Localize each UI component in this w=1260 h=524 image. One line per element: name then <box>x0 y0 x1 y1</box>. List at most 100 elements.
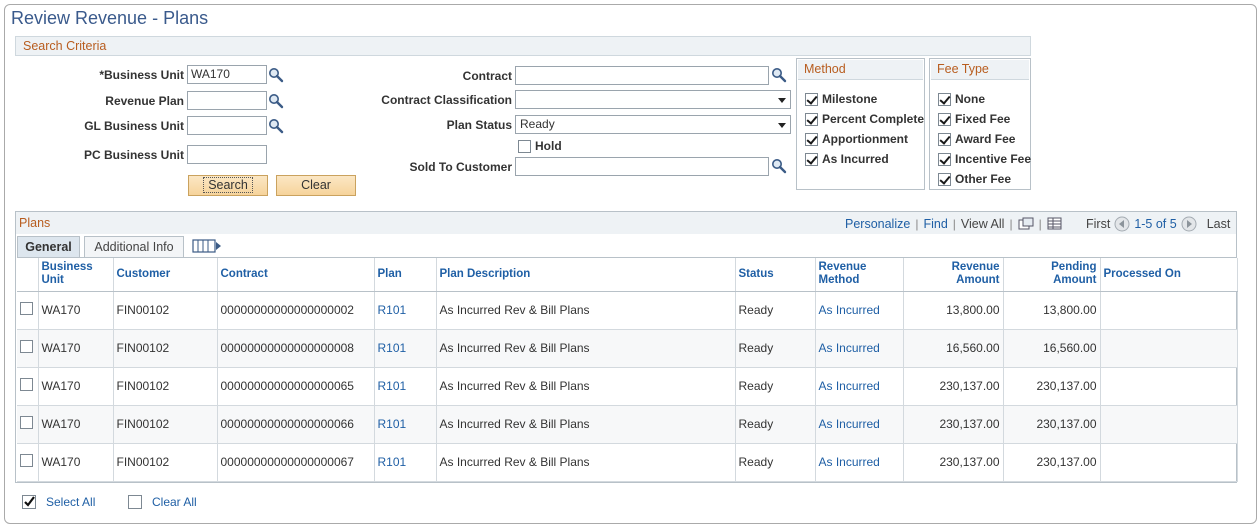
hold-checkbox-row[interactable]: Hold <box>518 139 562 153</box>
method-as-incurred-label: As Incurred <box>822 152 889 166</box>
column-header-customer[interactable]: Customer <box>113 258 218 292</box>
plan-cell: R101 <box>374 405 437 444</box>
clear-button[interactable]: Clear <box>276 175 356 196</box>
find-link[interactable]: Find <box>923 217 947 231</box>
row-select-cell[interactable] <box>17 329 39 368</box>
business-unit-cell: WA170 <box>38 329 114 368</box>
clear-all-control[interactable]: Clear All <box>128 495 197 509</box>
contract-input[interactable] <box>515 66 769 85</box>
column-header-revenue-method[interactable]: Revenue Method <box>815 258 904 292</box>
next-arrow-icon[interactable] <box>1181 216 1197 232</box>
business-unit-cell: WA170 <box>38 443 114 482</box>
contract-classification-label: Contract Classification <box>381 93 512 107</box>
download-grid-icon[interactable] <box>1047 217 1063 231</box>
revenue-method-link[interactable]: As Incurred <box>819 303 880 317</box>
show-all-columns-icon[interactable] <box>192 238 222 254</box>
contract-lookup-icon[interactable] <box>771 67 787 83</box>
contract-cell: 00000000000000000002 <box>217 291 375 330</box>
plan-link[interactable]: R101 <box>378 341 407 355</box>
personalize-link[interactable]: Personalize <box>845 217 910 231</box>
revenue-method-cell: As Incurred <box>815 367 904 406</box>
column-header-processed-on[interactable]: Processed On <box>1100 258 1238 292</box>
revenue-method-link[interactable]: As Incurred <box>819 379 880 393</box>
plan-link[interactable]: R101 <box>378 417 407 431</box>
table-row: WA170 FIN00102 00000000000000000002 R101… <box>17 291 1238 330</box>
fee-type-fixed-fee[interactable]: Fixed Fee <box>938 112 1010 126</box>
plan-status-select[interactable]: Ready <box>515 115 791 134</box>
fee-type-incentive-fee-checkbox[interactable] <box>938 152 951 166</box>
last-link[interactable]: Last <box>1207 217 1231 231</box>
row-select-checkbox[interactable] <box>20 416 33 429</box>
row-select-cell[interactable] <box>17 405 39 444</box>
column-header-revenue-amount[interactable]: Revenue Amount <box>903 258 1004 292</box>
pending-amount-cell: 13,800.00 <box>1003 291 1101 330</box>
zoom-grid-icon[interactable] <box>1018 217 1034 231</box>
fee-type-none-checkbox[interactable] <box>938 92 951 106</box>
row-select-cell[interactable] <box>17 367 39 406</box>
pending-amount-cell: 230,137.00 <box>1003 405 1101 444</box>
pending-amount-cell: 230,137.00 <box>1003 367 1101 406</box>
method-as-incurred[interactable]: As Incurred <box>805 152 889 166</box>
row-select-cell[interactable] <box>17 291 39 330</box>
row-select-checkbox[interactable] <box>20 454 33 467</box>
method-milestone-checkbox[interactable] <box>805 92 818 106</box>
revenue-plan-lookup-icon[interactable] <box>268 93 284 109</box>
customer-cell: FIN00102 <box>113 443 218 482</box>
method-milestone[interactable]: Milestone <box>805 92 877 106</box>
row-select-checkbox[interactable] <box>20 340 33 353</box>
first-link[interactable]: First <box>1086 217 1110 231</box>
select-all-icon[interactable] <box>22 495 36 509</box>
gl-business-unit-input[interactable] <box>187 116 267 135</box>
column-header-plan-description[interactable]: Plan Description <box>436 258 736 292</box>
method-apportionment[interactable]: Apportionment <box>805 132 908 146</box>
revenue-method-cell: As Incurred <box>815 329 904 368</box>
sold-to-customer-lookup-icon[interactable] <box>771 158 787 174</box>
revenue-method-link[interactable]: As Incurred <box>819 341 880 355</box>
fee-type-award-fee-checkbox[interactable] <box>938 132 951 146</box>
business-unit-lookup-icon[interactable] <box>268 67 284 83</box>
column-header-business-unit[interactable]: Business Unit <box>38 258 114 292</box>
plan-link[interactable]: R101 <box>378 303 407 317</box>
column-header-status[interactable]: Status <box>735 258 816 292</box>
clear-all-icon[interactable] <box>128 495 142 509</box>
fee-type-other-fee[interactable]: Other Fee <box>938 172 1011 186</box>
fee-type-fixed-fee-checkbox[interactable] <box>938 112 951 126</box>
contract-cell: 00000000000000000067 <box>217 443 375 482</box>
select-all-control[interactable]: Select All <box>22 495 95 509</box>
business-unit-cell: WA170 <box>38 291 114 330</box>
fee-type-incentive-fee[interactable]: Incentive Fee <box>938 152 1031 166</box>
hold-checkbox[interactable] <box>518 139 531 153</box>
column-header-plan[interactable]: Plan <box>374 258 437 292</box>
row-select-cell[interactable] <box>17 443 39 482</box>
plan-link[interactable]: R101 <box>378 455 407 469</box>
method-apportionment-checkbox[interactable] <box>805 132 818 146</box>
pc-business-unit-input[interactable] <box>187 145 267 164</box>
plan-link[interactable]: R101 <box>378 379 407 393</box>
revenue-method-cell: As Incurred <box>815 443 904 482</box>
tab-additional-info[interactable]: Additional Info <box>84 236 184 258</box>
nav-separator: | <box>1038 217 1042 231</box>
method-percent-complete[interactable]: Percent Complete <box>805 112 924 126</box>
contract-classification-select[interactable] <box>515 90 791 109</box>
tab-general[interactable]: General <box>17 236 80 258</box>
search-button[interactable]: Search <box>188 175 268 196</box>
fee-type-none[interactable]: None <box>938 92 985 106</box>
fee-type-other-fee-checkbox[interactable] <box>938 172 951 186</box>
view-all-link[interactable]: View All <box>961 217 1005 231</box>
sold-to-customer-input[interactable] <box>515 157 769 176</box>
method-percent-complete-checkbox[interactable] <box>805 112 818 126</box>
revenue-plan-input[interactable] <box>187 91 267 110</box>
method-as-incurred-checkbox[interactable] <box>805 152 818 166</box>
fee-type-award-fee[interactable]: Award Fee <box>938 132 1015 146</box>
row-select-checkbox[interactable] <box>20 302 33 315</box>
column-header-pending-amount[interactable]: Pending Amount <box>1003 258 1101 292</box>
clear-all-link[interactable]: Clear All <box>152 495 197 509</box>
revenue-method-link[interactable]: As Incurred <box>819 455 880 469</box>
column-header-contract[interactable]: Contract <box>217 258 375 292</box>
row-select-checkbox[interactable] <box>20 378 33 391</box>
gl-business-unit-lookup-icon[interactable] <box>268 118 284 134</box>
revenue-method-link[interactable]: As Incurred <box>819 417 880 431</box>
business-unit-input[interactable]: WA170 <box>187 65 267 84</box>
previous-arrow-icon[interactable] <box>1114 216 1130 232</box>
select-all-link[interactable]: Select All <box>46 495 95 509</box>
